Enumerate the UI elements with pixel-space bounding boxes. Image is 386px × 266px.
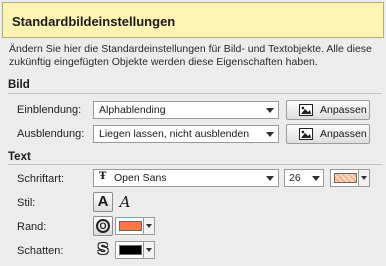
- ausblendung-select[interactable]: Liegen lassen, nicht ausblenden: [93, 125, 279, 143]
- chevron-down-icon[interactable]: [143, 218, 154, 234]
- stil-label: Stil:: [17, 197, 36, 209]
- section-divider-text: [8, 164, 382, 165]
- font-icon: Ŧ: [99, 171, 107, 182]
- outline-icon: O: [96, 219, 110, 233]
- ausblendung-label: Ausblendung:: [17, 128, 85, 140]
- italic-toggle-button[interactable]: A: [115, 192, 135, 212]
- chevron-down-icon: [266, 132, 274, 137]
- font-value: Open Sans: [114, 172, 167, 184]
- font-size-value: 26: [289, 172, 301, 184]
- ausblendung-anpassen-button[interactable]: Anpassen: [286, 124, 370, 144]
- ausblendung-anpassen-label: Anpassen: [320, 128, 367, 140]
- image-edit-icon: [299, 128, 313, 140]
- image-edit-icon: [299, 104, 313, 116]
- font-select[interactable]: Ŧ Open Sans: [93, 169, 279, 187]
- shadow-icon: S: [97, 241, 109, 258]
- chevron-down-icon[interactable]: [143, 242, 154, 258]
- bold-toggle-button[interactable]: A: [93, 192, 113, 212]
- section-divider-bild: [8, 93, 382, 94]
- schatten-label: Schatten:: [17, 245, 64, 257]
- chevron-down-icon: [266, 176, 274, 181]
- einblendung-label: Einblendung:: [17, 104, 82, 116]
- shadow-color-swatch: [119, 245, 142, 255]
- einblendung-anpassen-label: Anpassen: [320, 104, 367, 116]
- schriftart-label: Schriftart:: [17, 173, 65, 185]
- outline-toggle-button[interactable]: O: [93, 216, 113, 236]
- italic-icon: A: [119, 193, 131, 211]
- shadow-toggle-button[interactable]: S: [93, 240, 113, 260]
- section-title-text: Text: [8, 151, 31, 163]
- outline-color-picker[interactable]: [115, 217, 155, 235]
- chevron-down-icon: [312, 176, 320, 181]
- font-fill-swatch: [334, 173, 357, 183]
- einblendung-select[interactable]: Alphablending: [93, 101, 279, 119]
- header-bar: Standardbildeinstellungen: [2, 2, 384, 38]
- einblendung-anpassen-button[interactable]: Anpassen: [286, 100, 370, 120]
- font-fill-color-picker[interactable]: [330, 169, 370, 187]
- ausblendung-value: Liegen lassen, nicht ausblenden: [99, 128, 250, 140]
- outline-color-swatch: [119, 221, 142, 231]
- header-title: Standardbildeinstellungen: [12, 14, 176, 29]
- chevron-down-icon: [266, 108, 274, 113]
- font-size-select[interactable]: 26: [284, 169, 324, 187]
- description-text: Ändern Sie hier die Standardeinstellunge…: [9, 43, 372, 68]
- chevron-down-icon[interactable]: [358, 170, 369, 186]
- shadow-color-picker[interactable]: [115, 241, 155, 259]
- section-title-bild: Bild: [8, 79, 30, 91]
- bold-icon: A: [97, 193, 109, 210]
- rand-label: Rand:: [17, 221, 47, 233]
- einblendung-value: Alphablending: [99, 104, 166, 116]
